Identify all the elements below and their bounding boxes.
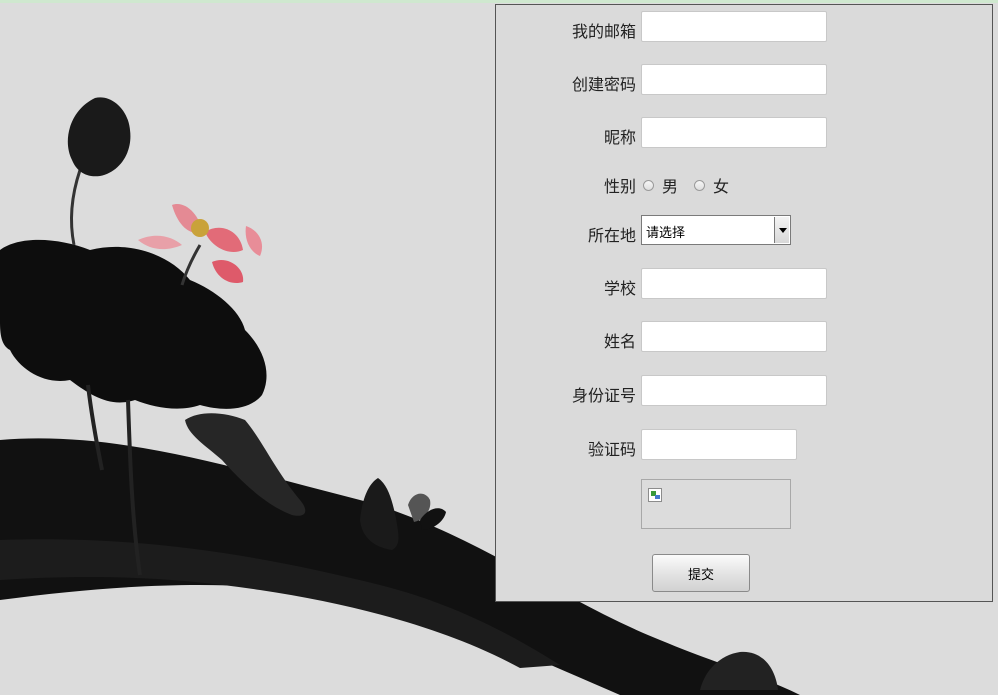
lotus-petal-4 bbox=[138, 235, 182, 250]
registration-form: 我的邮箱 创建密码 昵称 性别 男 女 所在地 请选择 学校 姓名 身份证号 验… bbox=[495, 4, 993, 602]
school-row: 学校 bbox=[496, 268, 994, 300]
captcha-label: 验证码 bbox=[587, 440, 636, 459]
lotus-petal-3 bbox=[212, 260, 244, 284]
location-label: 所在地 bbox=[587, 226, 636, 245]
nickname-field[interactable] bbox=[641, 117, 827, 148]
lotus-center bbox=[191, 219, 209, 237]
gender-row: 性别 男 女 bbox=[496, 166, 994, 198]
submit-button[interactable]: 提交 bbox=[652, 554, 750, 592]
captcha-row: 验证码 bbox=[496, 429, 994, 461]
name-field[interactable] bbox=[641, 321, 827, 352]
flower-stem bbox=[180, 244, 202, 286]
radio-male[interactable] bbox=[643, 179, 654, 191]
bud-stem bbox=[70, 169, 82, 246]
email-field[interactable] bbox=[641, 11, 827, 42]
school-field[interactable] bbox=[641, 268, 827, 299]
lotus-bud bbox=[67, 97, 131, 177]
nickname-label: 昵称 bbox=[603, 128, 636, 147]
location-row: 所在地 请选择 bbox=[496, 215, 994, 247]
chevron-down-icon[interactable] bbox=[774, 217, 789, 243]
email-row: 我的邮箱 bbox=[496, 11, 994, 43]
name-label: 姓名 bbox=[603, 332, 636, 351]
location-select[interactable]: 请选择 bbox=[641, 215, 791, 245]
radio-female[interactable] bbox=[694, 179, 706, 191]
gender-female-label: 女 bbox=[713, 177, 730, 196]
captcha-field[interactable] bbox=[641, 429, 797, 460]
gender-options: 男 女 bbox=[643, 173, 745, 197]
email-label: 我的邮箱 bbox=[571, 22, 636, 41]
id-number-field[interactable] bbox=[641, 375, 827, 406]
gender-female-option[interactable]: 女 bbox=[694, 173, 729, 197]
ink-branch-tip bbox=[700, 651, 778, 690]
password-row: 创建密码 bbox=[496, 64, 994, 96]
password-label: 创建密码 bbox=[571, 75, 636, 94]
id-row: 身份证号 bbox=[496, 375, 994, 407]
lotus-petal-5 bbox=[245, 226, 263, 256]
gender-label: 性别 bbox=[603, 177, 636, 196]
name-row: 姓名 bbox=[496, 321, 994, 353]
nickname-row: 昵称 bbox=[496, 117, 994, 149]
gender-male-option[interactable]: 男 bbox=[643, 173, 678, 197]
id-number-label: 身份证号 bbox=[571, 386, 636, 405]
broken-image-icon bbox=[648, 488, 662, 502]
location-select-value: 请选择 bbox=[646, 226, 686, 241]
gender-male-label: 男 bbox=[662, 177, 679, 196]
lotus-petal-2 bbox=[205, 227, 243, 252]
captcha-image[interactable] bbox=[641, 479, 791, 529]
school-label: 学校 bbox=[603, 279, 636, 298]
password-field[interactable] bbox=[641, 64, 827, 95]
